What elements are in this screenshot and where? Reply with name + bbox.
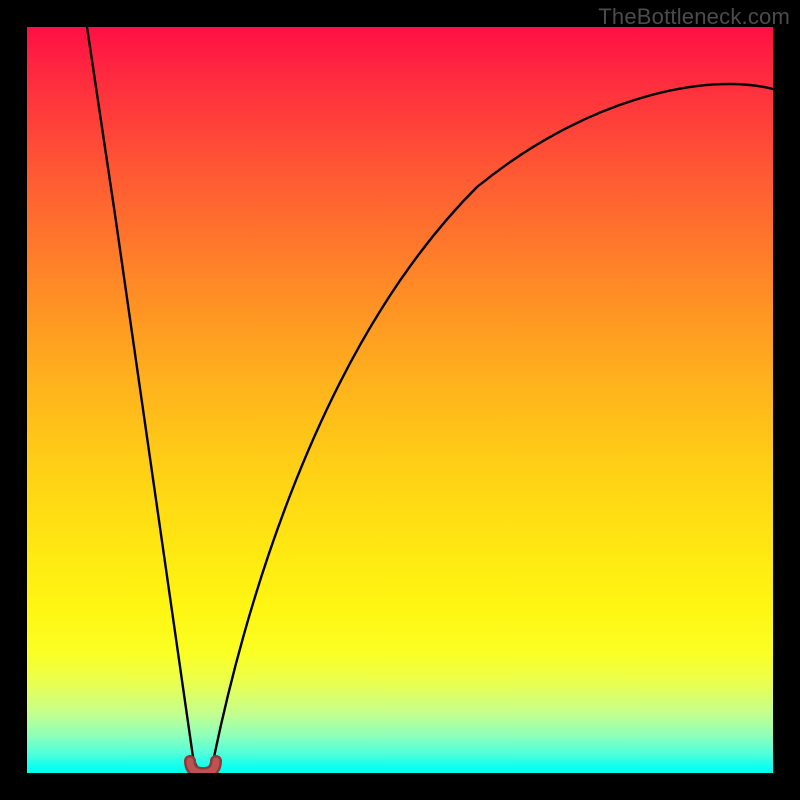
watermark-text: TheBottleneck.com — [598, 4, 790, 30]
bottleneck-curve — [87, 27, 773, 771]
gradient-plot-area — [27, 27, 773, 773]
minimum-marker — [190, 761, 216, 773]
curve-svg — [27, 27, 773, 773]
